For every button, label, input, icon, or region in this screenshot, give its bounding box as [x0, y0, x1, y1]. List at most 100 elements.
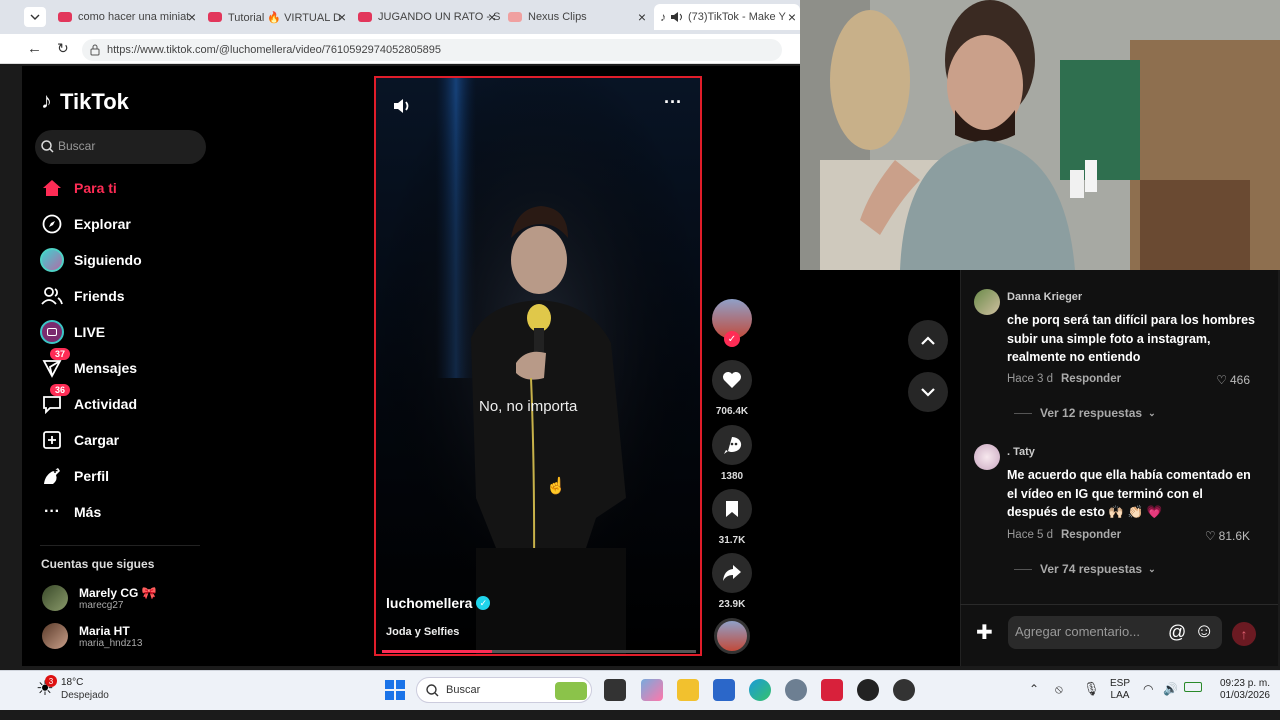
- heart-outline-icon: ♡: [1204, 529, 1216, 543]
- nav-item-explorar[interactable]: Explorar: [40, 210, 131, 238]
- network-off-icon[interactable]: ⦸: [1055, 682, 1063, 697]
- share-button[interactable]: 23.9K: [712, 553, 752, 610]
- reload-icon[interactable]: ↻: [57, 40, 69, 57]
- chevron-down-icon: ⌄: [1148, 563, 1156, 574]
- back-icon[interactable]: ←: [27, 40, 42, 57]
- comment-button[interactable]: 1380: [712, 425, 752, 482]
- followed-account[interactable]: Marely CG 🎀 marecg27: [42, 585, 157, 611]
- microphone-icon[interactable]: 🎙: [1083, 681, 1100, 697]
- avatar[interactable]: [974, 444, 1000, 470]
- edge-icon[interactable]: [749, 679, 771, 701]
- nav-item-actividad[interactable]: 36 Actividad: [40, 384, 137, 418]
- more-icon: ···: [44, 503, 60, 520]
- nav-item-para-ti[interactable]: Para ti: [40, 174, 117, 202]
- avatar[interactable]: [974, 289, 1000, 315]
- browser-tab-active[interactable]: ♪ (73)TikTok - Make Y ×: [654, 4, 800, 30]
- profile-icon: [40, 464, 64, 488]
- comment-count: 1380: [720, 471, 744, 482]
- like-count: 706.4K: [715, 406, 749, 417]
- next-video-button[interactable]: [908, 372, 948, 412]
- nav-item-mensajes[interactable]: 37 Mensajes: [40, 348, 137, 382]
- followed-account[interactable]: Maria HT maria_hndz13: [42, 623, 142, 649]
- windows-logo-icon: [396, 680, 405, 689]
- copilot-icon[interactable]: [641, 679, 663, 701]
- view-replies-button[interactable]: Ver 74 respuestas ⌄: [1014, 562, 1156, 576]
- screen-edge: [0, 710, 1280, 720]
- taskbar-search[interactable]: Buscar: [416, 677, 592, 703]
- share-icon: [712, 553, 752, 593]
- store-icon[interactable]: [713, 679, 735, 701]
- view-replies-button[interactable]: Ver 12 respuestas ⌄: [1014, 406, 1156, 420]
- nav-item-friends[interactable]: Friends: [40, 282, 125, 310]
- volume-icon[interactable]: [392, 96, 414, 116]
- browser-tab[interactable]: Nexus Clips ×: [508, 4, 650, 30]
- video-author[interactable]: luchomellera ✓: [386, 595, 491, 611]
- video-player[interactable]: ···: [374, 76, 702, 656]
- battery-icon[interactable]: [1184, 682, 1202, 692]
- language-indicator[interactable]: ESP LAA: [1108, 678, 1132, 702]
- music-disc-icon: [714, 618, 750, 654]
- sound-button[interactable]: [712, 618, 752, 654]
- close-icon[interactable]: ×: [188, 9, 196, 25]
- tiktok-logo[interactable]: TikTok: [60, 89, 129, 115]
- reply-button[interactable]: Responder: [1061, 373, 1121, 385]
- comment-username[interactable]: Danna Krieger: [1007, 291, 1082, 303]
- view-replies-label: Ver 74 respuestas: [1040, 562, 1143, 576]
- task-view-icon[interactable]: [604, 679, 626, 701]
- chevron-up-icon[interactable]: ⌃: [1029, 682, 1039, 696]
- tiktok-icon: ♪: [660, 10, 666, 24]
- obs-icon[interactable]: [893, 679, 915, 701]
- nav-item-live[interactable]: LIVE: [40, 318, 105, 346]
- settings-icon[interactable]: [785, 679, 807, 701]
- video-frame: [376, 78, 700, 654]
- volume-icon[interactable]: 🔊: [1163, 682, 1178, 696]
- comment-like-button[interactable]: ♡ 81.6K: [1205, 529, 1250, 543]
- recorder-icon[interactable]: [821, 679, 843, 701]
- mention-icon[interactable]: @: [1168, 622, 1186, 643]
- browser-tab[interactable]: como hacer una miniat ×: [58, 4, 200, 30]
- nav-item-perfil[interactable]: Perfil: [40, 462, 109, 490]
- account-handle: maria_hndz13: [79, 637, 143, 649]
- comment-like-button[interactable]: ♡ 466: [1216, 373, 1250, 387]
- close-icon[interactable]: ×: [638, 9, 646, 25]
- search-input[interactable]: Buscar: [35, 130, 206, 164]
- reply-button[interactable]: Responder: [1061, 529, 1121, 541]
- video-music[interactable]: Joda y Selfies: [386, 626, 459, 638]
- tab-title: (73)TikTok - Make Y: [688, 11, 786, 23]
- nav-item-cargar[interactable]: Cargar: [40, 426, 119, 454]
- chevron-down-icon: [30, 14, 40, 20]
- comment-icon: [712, 425, 752, 465]
- windows-logo-icon: [385, 680, 394, 689]
- comment-input[interactable]: Agregar comentario...: [1008, 616, 1222, 649]
- tab-list-button[interactable]: [24, 7, 46, 27]
- browser-tab[interactable]: Tutorial 🔥 VIRTUAL D ×: [208, 4, 350, 30]
- nav-label: Friends: [74, 288, 125, 304]
- browser-tab[interactable]: JUGANDO UN RATO - S ×: [358, 4, 500, 30]
- comment-time: Hace 5 d: [1007, 529, 1054, 541]
- emoji-icon[interactable]: ☺: [1194, 620, 1214, 643]
- author-avatar-button[interactable]: ✓: [712, 299, 752, 347]
- clock[interactable]: 09:23 p. m. 01/03/2026: [1208, 678, 1270, 702]
- close-icon[interactable]: ×: [788, 9, 796, 25]
- url-field[interactable]: https://www.tiktok.com/@luchomellera/vid…: [82, 39, 782, 61]
- previous-video-button[interactable]: [908, 320, 948, 360]
- send-icon[interactable]: ↑: [1232, 622, 1256, 646]
- comment-username[interactable]: . Taty: [1007, 446, 1035, 458]
- save-button[interactable]: 31.7K: [712, 489, 752, 546]
- wifi-icon[interactable]: ◠: [1143, 682, 1153, 696]
- nav-label: Más: [74, 504, 102, 520]
- nav-item-mas[interactable]: ··· Más: [40, 498, 101, 526]
- more-options-icon[interactable]: ···: [664, 92, 682, 113]
- close-icon[interactable]: ×: [488, 9, 496, 25]
- file-explorer-icon[interactable]: [677, 679, 699, 701]
- video-subtitle: No, no importa: [479, 398, 578, 415]
- like-button[interactable]: 706.4K: [712, 360, 752, 417]
- save-count: 31.7K: [718, 535, 746, 546]
- start-button[interactable]: [385, 680, 405, 700]
- media-player-icon[interactable]: [857, 679, 879, 701]
- divider: [1014, 568, 1032, 570]
- nav-item-siguiendo[interactable]: Siguiendo: [40, 246, 142, 274]
- close-icon[interactable]: ×: [338, 9, 346, 25]
- chevron-down-icon: ⌄: [1148, 407, 1156, 418]
- my-avatar-icon[interactable]: ✚: [976, 620, 993, 645]
